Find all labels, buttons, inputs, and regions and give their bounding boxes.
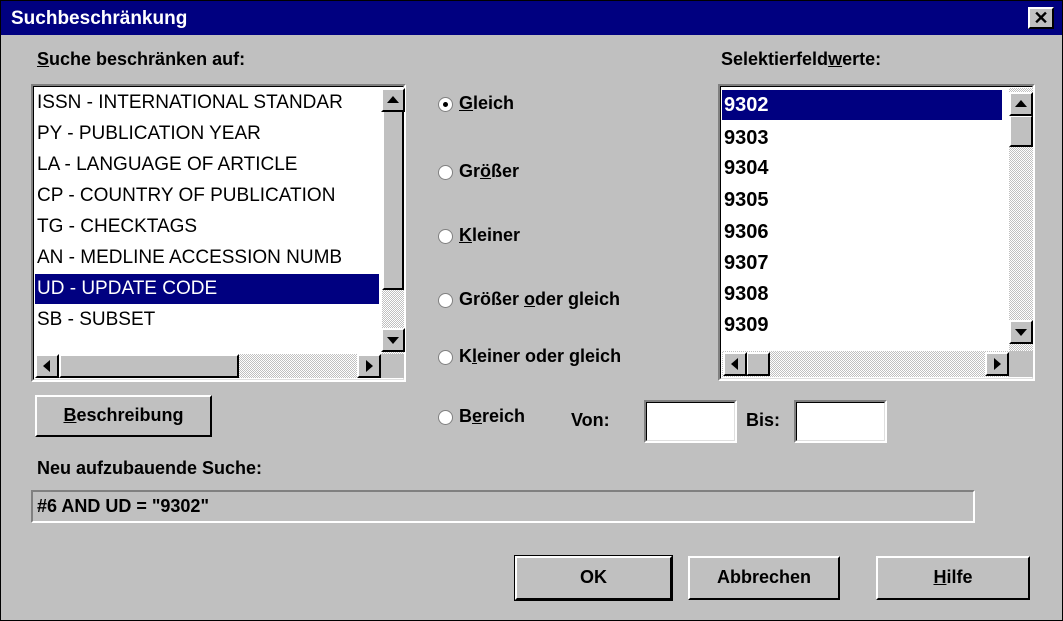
selector-values-listbox[interactable]: 9302 9303 9304 9305 9306 9307 9308 9309 (718, 84, 1035, 381)
list-item[interactable]: CP - COUNTRY OF PUBLICATION (35, 181, 379, 211)
search-field-label: Suche beschränken auf: (37, 49, 246, 69)
arrow-down-icon (387, 337, 399, 344)
radio-icon (438, 410, 453, 425)
list-item[interactable]: ISSN - INTERNATIONAL STANDAR (35, 88, 379, 118)
arrow-right-icon (994, 358, 1001, 370)
arrow-left-icon (43, 360, 50, 372)
cancel-button[interactable]: Abbrechen (688, 556, 840, 600)
scroll-right-button[interactable] (357, 354, 381, 378)
arrow-right-icon (366, 360, 373, 372)
title-bar: Suchbeschränkung ✕ (1, 1, 1062, 35)
dialog-window: Suchbeschränkung ✕ Suche beschränken auf… (0, 0, 1063, 621)
arrow-left-icon (731, 358, 738, 370)
list-item[interactable]: AN - MEDLINE ACCESSION NUMB (35, 243, 379, 273)
value-item[interactable]: 9305 (722, 185, 1002, 215)
scroll-thumb[interactable] (1009, 115, 1033, 147)
scroll-left-button[interactable] (723, 352, 747, 376)
scroll-up-button[interactable] (381, 88, 405, 112)
value-item[interactable]: 9306 (722, 217, 1002, 247)
list-item[interactable]: TG - CHECKTAGS (35, 212, 379, 242)
query-label: Neu aufzubauende Suche: (37, 458, 263, 478)
value-item[interactable]: 9308 (722, 279, 1002, 309)
describe-button[interactable]: Beschreibung (35, 395, 212, 437)
von-input[interactable] (644, 400, 737, 443)
value-item-selected[interactable]: 9302 (722, 90, 1002, 120)
radio-icon (438, 350, 453, 365)
value-item[interactable]: 9307 (722, 248, 1002, 278)
bis-label: Bis: (746, 410, 781, 430)
h-scroll-thumb[interactable] (746, 352, 770, 376)
scroll-corner (1009, 351, 1033, 377)
arrow-up-icon (387, 96, 399, 103)
h-scroll-thumb[interactable] (59, 354, 239, 378)
scroll-down-button[interactable] (1009, 320, 1033, 344)
value-item[interactable]: 9303 (722, 123, 1002, 153)
arrow-down-icon (1015, 329, 1027, 336)
search-field-listbox[interactable]: ISSN - INTERNATIONAL STANDAR PY - PUBLIC… (31, 84, 406, 382)
bis-input[interactable] (794, 400, 887, 443)
close-button[interactable]: ✕ (1028, 7, 1054, 29)
query-field: #6 AND UD = "9302" (31, 490, 975, 523)
list-item[interactable]: SB - SUBSET (35, 305, 379, 335)
arrow-up-icon (1015, 100, 1027, 107)
dialog-title: Suchbeschränkung (11, 8, 188, 29)
ok-button[interactable]: OK (514, 555, 673, 601)
von-label: Von: (571, 410, 610, 430)
list-item[interactable]: LA - LANGUAGE OF ARTICLE (35, 150, 379, 180)
radio-icon (438, 165, 453, 180)
scroll-thumb[interactable] (382, 110, 404, 290)
radio-icon (438, 293, 453, 308)
radio-icon-checked (438, 97, 453, 112)
list-item[interactable]: PY - PUBLICATION YEAR (35, 119, 379, 149)
query-value: #6 AND UD = "9302" (37, 496, 209, 516)
radio-icon (438, 229, 453, 244)
help-button[interactable]: Hilfe (876, 556, 1030, 600)
scroll-up-button[interactable] (1009, 92, 1033, 116)
scroll-right-button[interactable] (985, 352, 1009, 376)
scroll-corner (381, 354, 404, 378)
close-icon: ✕ (1033, 8, 1049, 28)
value-item[interactable]: 9304 (722, 153, 1002, 183)
list-item-selected[interactable]: UD - UPDATE CODE (35, 274, 379, 304)
selector-values-label: Selektierfeldwerte: (721, 49, 882, 69)
scroll-left-button[interactable] (35, 354, 59, 378)
value-item[interactable]: 9309 (722, 311, 1002, 337)
scroll-down-button[interactable] (381, 328, 405, 352)
